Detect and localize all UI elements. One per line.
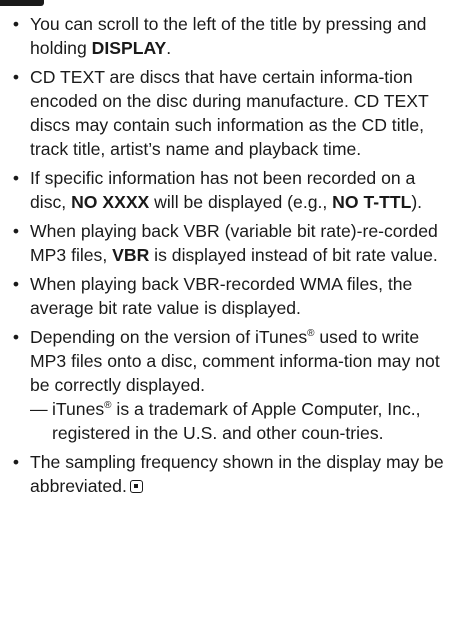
note-itunes: • Depending on the version of iTunes® us… [5, 325, 450, 445]
notes-list: • You can scroll to the left of the titl… [5, 12, 450, 503]
trademark-note: — iTunes® is a trademark of Apple Comput… [30, 399, 421, 443]
bullet: • [12, 67, 20, 87]
display-text-no-t-ttl: NO T-TTL [332, 192, 412, 212]
button-name-display: DISPLAY [91, 38, 167, 58]
end-of-section-icon [129, 480, 143, 493]
bullet: • [12, 168, 20, 188]
note-no-info: • If specific information has not been r… [5, 166, 450, 214]
note-cd-text: • CD TEXT are discs that have certain in… [5, 65, 450, 161]
section-tab-mark [0, 0, 44, 6]
note-sampling-frequency: • The sampling frequency shown in the di… [5, 450, 450, 498]
bullet: • [12, 452, 20, 472]
bullet: • [12, 14, 20, 34]
bullet: • [12, 327, 20, 347]
note-vbr-mp3: • When playing back VBR (variable bit ra… [5, 219, 450, 267]
dash: — [30, 399, 48, 419]
bullet: • [12, 221, 20, 241]
display-text-no-xxxx: NO XXXX [71, 192, 150, 212]
bullet: • [12, 274, 20, 294]
note-vbr-wma: • When playing back VBR-recorded WMA fil… [5, 272, 450, 320]
display-text-vbr: VBR [112, 245, 150, 265]
note-scroll-title: • You can scroll to the left of the titl… [5, 12, 450, 60]
